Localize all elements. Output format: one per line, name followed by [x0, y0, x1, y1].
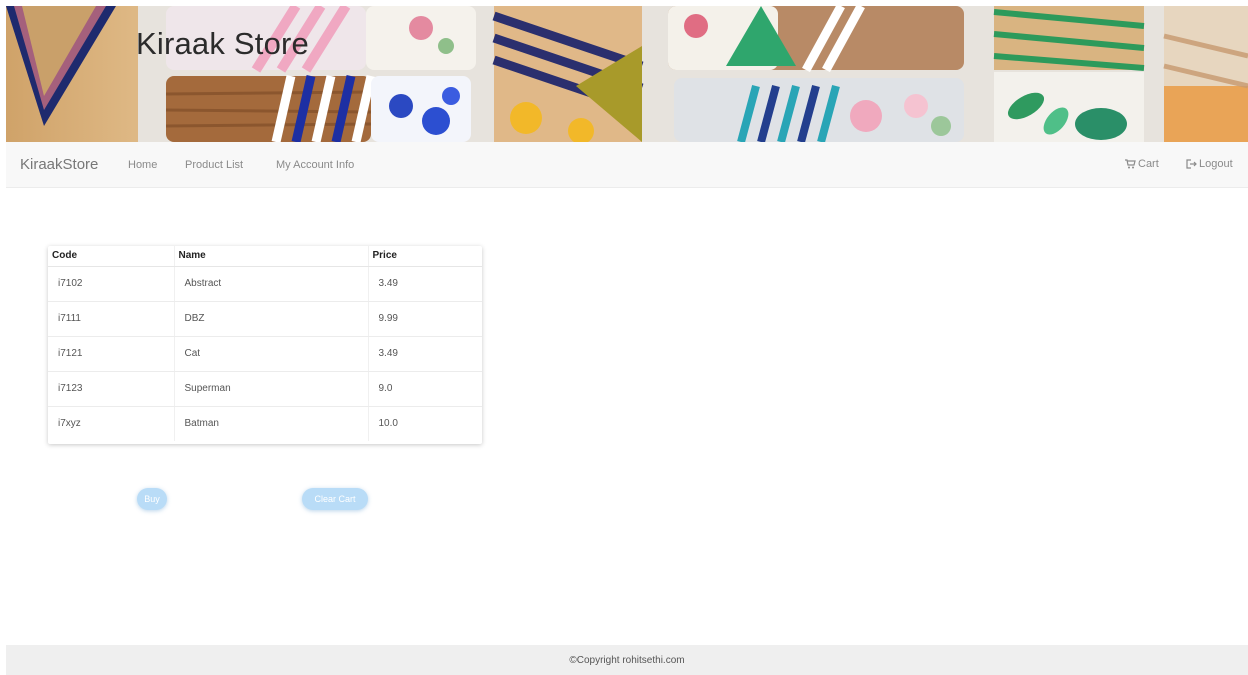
navbar-brand[interactable]: KiraakStore [20, 156, 98, 173]
cell-price: 3.49 [367, 266, 482, 302]
cart-icon [1125, 159, 1136, 169]
table-row: i7xyz Batman 10.0 [48, 406, 482, 441]
nav-link-product-list[interactable]: Product List [185, 159, 243, 171]
cell-code: i7111 [48, 301, 174, 337]
table-row: i7121 Cat 3.49 [48, 336, 482, 372]
cell-code: i7102 [48, 266, 174, 302]
nav-cart-label: Cart [1138, 158, 1159, 170]
page-footer: ©Copyright rohitsethi.com [6, 645, 1248, 675]
column-header-code: Code [48, 246, 174, 267]
cell-price: 3.49 [367, 336, 482, 372]
copyright-text: ©Copyright rohitsethi.com [569, 655, 685, 666]
cell-code: i7xyz [58, 418, 81, 430]
cell-code: i7123 [48, 371, 174, 407]
nav-cart-link[interactable]: Cart [1125, 158, 1159, 170]
cell-price: 9.99 [367, 301, 482, 337]
table-row: i7111 DBZ 9.99 [48, 301, 482, 337]
cell-name: Abstract [173, 266, 368, 302]
logout-icon [1186, 159, 1197, 169]
nav-logout-link[interactable]: Logout [1186, 158, 1233, 170]
column-header-name: Name [173, 246, 368, 267]
cell-name: DBZ [173, 301, 368, 337]
nav-link-my-account-info[interactable]: My Account Info [276, 159, 354, 171]
table-header-row: Code Name Price [48, 246, 482, 267]
top-navbar: KiraakStore Home Product List My Account… [6, 142, 1248, 188]
cell-code: i7121 [48, 336, 174, 372]
banner-title: Kiraak Store [136, 26, 309, 61]
table-row: i7123 Superman 9.0 [48, 371, 482, 407]
cart-table-card: Code Name Price i7102 Abstract 3.49 i711… [48, 246, 482, 444]
buy-button[interactable]: Buy [137, 488, 167, 510]
cell-name: Batman [173, 406, 368, 441]
cell-price: 9.0 [367, 371, 482, 407]
cart-table: Code Name Price i7102 Abstract 3.49 i711… [48, 246, 482, 441]
nav-link-home[interactable]: Home [128, 159, 157, 171]
nav-logout-label: Logout [1199, 158, 1233, 170]
column-header-price: Price [367, 246, 482, 267]
clear-cart-button[interactable]: Clear Cart [302, 488, 368, 510]
header-banner: Kiraak Store [6, 6, 1248, 142]
cell-price: 10.0 [367, 406, 482, 441]
cell-name: Cat [173, 336, 368, 372]
table-row: i7102 Abstract 3.49 [48, 266, 482, 302]
cell-name: Superman [173, 371, 368, 407]
